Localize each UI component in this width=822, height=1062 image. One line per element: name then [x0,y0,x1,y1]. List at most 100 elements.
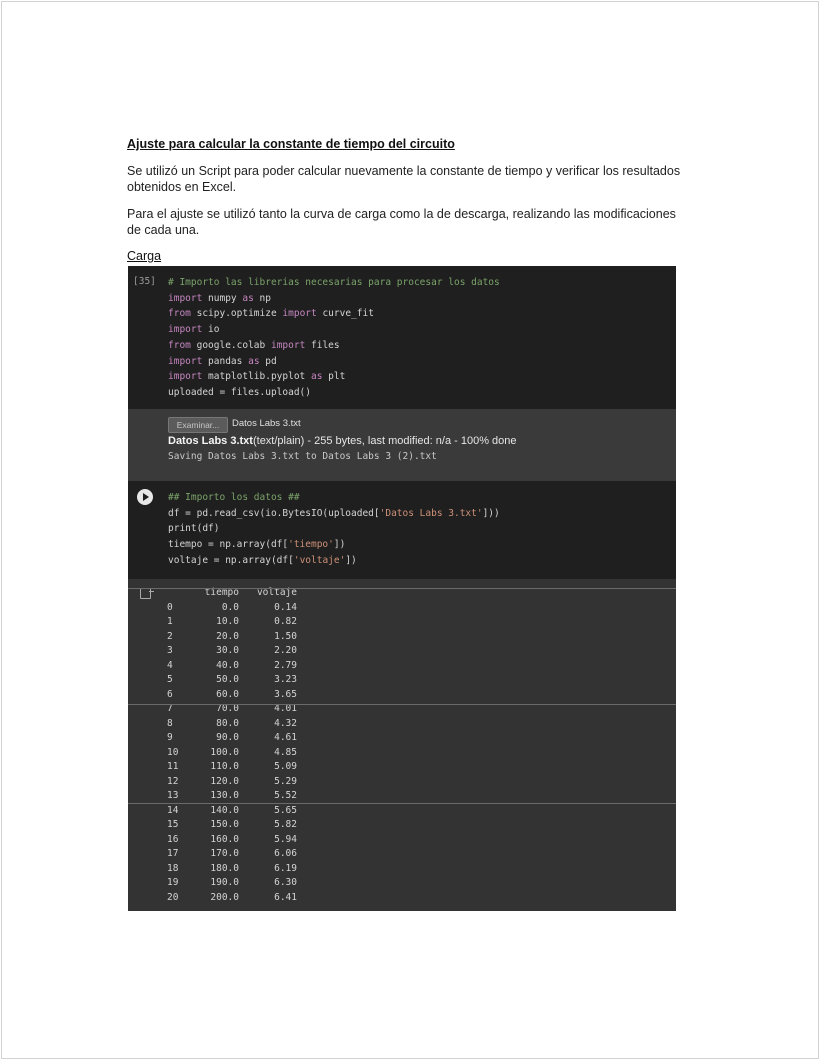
divider [128,588,676,589]
row-index: 0 [167,601,173,613]
voltaje-cell: 4.32 [274,717,297,729]
voltaje-cell: 0.82 [274,616,297,627]
table-row: 20 200.0 6.41 [162,891,297,906]
row-index: 5 [167,674,173,685]
row-index: 8 [167,717,173,729]
row-index: 20 [167,891,179,903]
fit-paragraph: Para el ajuste se utilizó tanto la curva… [127,207,676,237]
code-cell-read-data[interactable]: ## Importo los datos ## df = pd.read_csv… [128,481,676,579]
tiempo-cell: 170.0 [210,848,239,859]
tiempo-cell: 140.0 [210,804,239,816]
voltaje-cell: 6.19 [274,862,297,874]
tiempo-cell: 80.0 [216,717,239,729]
tiempo-cell: 40.0 [216,659,239,671]
table-row: 8 80.0 4.32 [162,717,297,732]
table-row: 0 0.0 0.14 [162,601,297,616]
row-index: 19 [167,877,179,888]
selected-file-name: Datos Labs 3.txt [232,418,301,429]
row-index: 10 [167,746,179,758]
divider [128,803,676,804]
voltaje-cell: 5.94 [274,833,297,845]
voltaje-cell: 4.61 [274,732,297,743]
code-block: ## Importo los datos ## df = pd.read_csv… [168,490,500,569]
code-comment: ## Importo los datos ## [168,492,300,503]
tiempo-cell: 10.0 [216,616,239,627]
row-index: 6 [167,688,173,700]
code-lines: df = pd.read_csv(io.BytesIO(uploaded['Da… [168,507,500,566]
tiempo-cell: 30.0 [216,645,239,656]
code-cell-imports[interactable]: [35] # Importo las librerias necesarias … [128,266,676,409]
table-row: 17 170.0 6.06 [162,847,297,862]
voltaje-cell: 6.06 [274,848,297,859]
table-row: 15 150.0 5.82 [162,818,297,833]
table-row: 12 120.0 5.29 [162,775,297,790]
table-row: 6 60.0 3.65 [162,688,297,703]
voltaje-cell: 6.41 [274,891,297,903]
section-title: Ajuste para calcular la constante de tie… [127,137,455,151]
voltaje-cell: 5.29 [274,775,297,787]
tiempo-cell: 130.0 [210,790,239,801]
tiempo-cell: 150.0 [210,819,239,830]
tiempo-cell: 50.0 [216,674,239,685]
row-index: 15 [167,819,179,830]
voltaje-cell: 0.14 [274,601,297,613]
table-row: 13 130.0 5.52 [162,789,297,804]
row-index: 14 [167,804,179,816]
voltaje-cell: 4.85 [274,746,297,758]
table-row: 11 110.0 5.09 [162,760,297,775]
table-row: 19 190.0 6.30 [162,876,297,891]
tiempo-cell: 120.0 [210,775,239,787]
table-row: 18 180.0 6.19 [162,862,297,877]
intro-paragraph: Se utilizó un Script para poder calcular… [127,164,681,194]
tiempo-cell: 90.0 [216,732,239,743]
row-index: 3 [167,645,173,656]
row-index: 16 [167,833,179,845]
row-index: 1 [167,616,173,627]
upload-file-name: Datos Labs 3.txt [168,435,253,447]
voltaje-cell: 3.65 [274,688,297,700]
tiempo-cell: 0.0 [221,601,239,613]
voltaje-cell: 3.23 [274,674,297,685]
code-block: # Importo las librerias necesarias para … [168,275,500,401]
row-index: 12 [167,775,179,787]
run-cell-icon[interactable] [137,489,153,505]
table-row: 1 10.0 0.82 [162,615,297,630]
table-row: 14 140.0 5.65 [162,804,297,819]
dataframe-output: tiempo voltaje 0 0.0 0.14 1 10.0 0.82 2 20.0 1.5… [128,579,676,911]
code-lines: import numpy as np from scipy.optimize i… [168,292,374,398]
table-row: 5 50.0 3.23 [162,673,297,688]
table-row: 3 30.0 2.20 [162,644,297,659]
row-index: 11 [167,761,179,772]
tiempo-cell: 20.0 [216,630,239,642]
voltaje-cell: 2.79 [274,659,297,671]
row-index: 9 [167,732,173,743]
tiempo-cell: 100.0 [210,746,239,758]
voltaje-cell: 1.50 [274,630,297,642]
voltaje-cell: 5.82 [274,819,297,830]
tiempo-cell: 180.0 [210,862,239,874]
row-index: 13 [167,790,179,801]
tiempo-cell: 110.0 [210,761,239,772]
output-icon[interactable] [140,588,154,599]
row-index: 4 [167,659,173,671]
subsection-label: Carga [127,249,162,263]
tiempo-cell: 160.0 [210,833,239,845]
table-row: 9 90.0 4.61 [162,731,297,746]
row-index: 2 [167,630,173,642]
tiempo-cell: 60.0 [216,688,239,700]
table-row: 4 40.0 2.79 [162,659,297,674]
upload-output: Examinar... Datos Labs 3.txt Datos Labs … [128,409,676,481]
table-row: 10 100.0 4.85 [162,746,297,761]
dataframe-table: tiempo voltaje 0 0.0 0.14 1 10.0 0.82 2 20.0 1.5… [162,586,297,905]
table-row: 16 160.0 5.94 [162,833,297,848]
voltaje-cell: 6.30 [274,877,297,888]
browse-button[interactable]: Examinar... [168,417,228,433]
tiempo-cell: 200.0 [210,891,239,903]
voltaje-cell: 5.65 [274,804,297,816]
upload-status: Datos Labs 3.txt(text/plain) - 255 bytes… [168,435,517,447]
table-row: 2 20.0 1.50 [162,630,297,645]
execution-count: [35] [133,276,156,287]
tiempo-cell: 190.0 [210,877,239,888]
voltaje-cell: 2.20 [274,645,297,656]
row-index: 18 [167,862,179,874]
